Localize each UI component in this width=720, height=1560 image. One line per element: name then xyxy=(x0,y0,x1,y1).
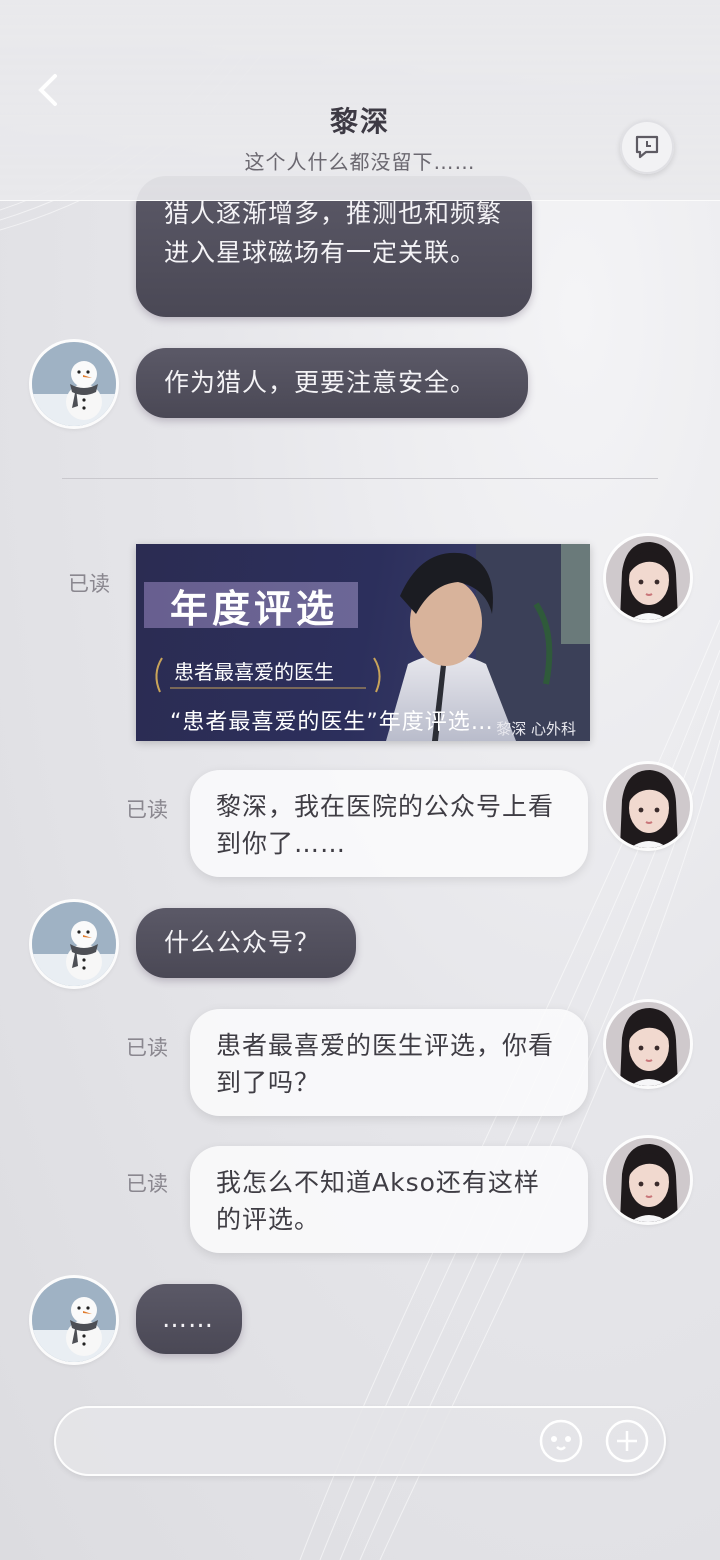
plus-icon xyxy=(605,1419,649,1463)
read-receipt: 已读 xyxy=(126,1172,168,1196)
user-avatar[interactable] xyxy=(606,1002,690,1086)
incoming-message-bubble[interactable]: 什么公众号？ xyxy=(136,908,356,978)
message-text: …… xyxy=(162,1304,214,1333)
add-attachment-button[interactable] xyxy=(604,1418,650,1464)
outgoing-message-bubble[interactable]: 患者最喜爱的医生评选，你看到了吗？ xyxy=(190,1009,588,1116)
chat-header: 黎深 这个人什么都没留下…… xyxy=(0,0,720,201)
girl-avatar-icon xyxy=(606,1002,690,1086)
contact-avatar[interactable] xyxy=(32,1278,116,1362)
message-text: 我怎么不知道Akso还有这样的评选。 xyxy=(216,1168,540,1234)
snowman-avatar-icon xyxy=(32,902,116,986)
user-avatar[interactable] xyxy=(606,536,690,620)
emoji-button[interactable] xyxy=(538,1418,584,1464)
incoming-message-bubble[interactable]: …… xyxy=(136,1284,242,1354)
contact-profile-button[interactable] xyxy=(620,120,674,174)
girl-avatar-icon xyxy=(606,764,690,848)
incoming-message-bubble[interactable]: 作为猎人，更要注意安全。 xyxy=(136,348,528,418)
message-text: 黎深，我在医院的公众号上看到你了…… xyxy=(216,792,555,858)
girl-avatar-icon xyxy=(606,536,690,620)
card-caption: “患者最喜爱的医生”年度评选… xyxy=(170,710,494,735)
contact-status: 这个人什么都没留下…… xyxy=(244,150,476,174)
contact-avatar[interactable] xyxy=(32,902,116,986)
message-input-bar[interactable] xyxy=(54,1406,666,1476)
message-text: 什么公众号？ xyxy=(164,928,321,957)
outgoing-message-bubble[interactable]: 我怎么不知道Akso还有这样的评选。 xyxy=(190,1146,588,1253)
card-title: 年度评选 xyxy=(170,586,339,631)
message-text: 患者最喜爱的医生评选，你看到了吗？ xyxy=(216,1031,555,1097)
message-input[interactable] xyxy=(78,1420,532,1464)
card-award-text: 患者最喜爱的医生 xyxy=(174,660,334,684)
card-author: 黎深 心外科 xyxy=(496,720,576,738)
user-avatar[interactable] xyxy=(606,1138,690,1222)
message-text: 猎人逐渐增多，推测也和频繁进入星球磁场有一定关联。 xyxy=(164,199,503,267)
user-avatar[interactable] xyxy=(606,764,690,848)
girl-avatar-icon xyxy=(606,1138,690,1222)
outgoing-message-bubble[interactable]: 黎深，我在医院的公众号上看到你了…… xyxy=(190,770,588,877)
snowman-avatar-icon xyxy=(32,342,116,426)
chat-bubble-icon xyxy=(635,135,659,159)
page-title: 黎深 xyxy=(329,105,390,138)
contact-avatar[interactable] xyxy=(32,342,116,426)
read-receipt: 已读 xyxy=(126,1036,168,1060)
smiley-icon xyxy=(539,1419,583,1463)
snowman-avatar-icon xyxy=(32,1278,116,1362)
time-divider xyxy=(62,478,658,479)
article-image-card[interactable]: 年度评选 患者最喜爱的医生 “患者最喜爱的医生”年度评选… 黎深 心外科 xyxy=(136,544,590,741)
read-receipt: 已读 xyxy=(68,572,110,596)
read-receipt: 已读 xyxy=(126,798,168,822)
message-text: 作为猎人，更要注意安全。 xyxy=(164,368,477,397)
chat-message-list[interactable]: 猎人逐渐增多，推测也和频繁进入星球磁场有一定关联。 作为猎人，更要注意安全。 已… xyxy=(0,0,720,1400)
